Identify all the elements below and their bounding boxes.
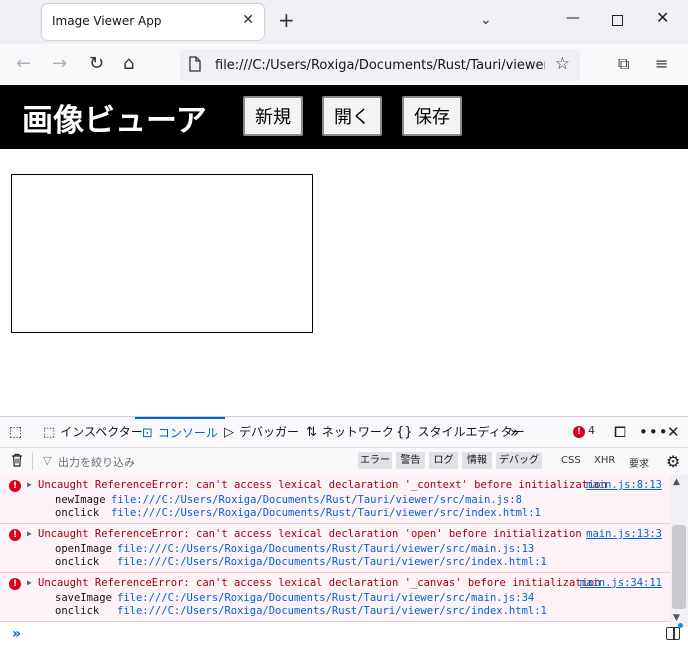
filter-css[interactable]: CSS <box>561 455 581 466</box>
stack-source-link[interactable]: file:///C:/Users/Roxiga/Documents/Rust/T… <box>111 507 541 519</box>
level-logs[interactable]: ログ <box>429 452 458 469</box>
network-icon: ⇅ <box>306 425 317 440</box>
inspector-icon: ⬚ <box>43 425 56 440</box>
image-canvas[interactable] <box>11 174 313 333</box>
devtools-toolbar: ⬚ ⬚ インスペクター ⊡ コンソール ▷ デバッガー ⇅ ネットワーク {} スタイルエ… <box>0 417 688 448</box>
console-icon: ⊡ <box>142 426 153 441</box>
error-location-link[interactable]: main.js:34:11 <box>580 577 662 589</box>
tab-inspector[interactable]: ⬚ インスペクター <box>43 417 143 447</box>
new-tab-icon[interactable]: + <box>278 10 295 30</box>
style-editor-icon: {} <box>396 425 413 440</box>
url-bar[interactable]: file:///C:/Users/Roxiga/Documents/Rust/T… <box>180 49 580 81</box>
level-debug[interactable]: デバッグ <box>496 452 542 469</box>
window-close-icon[interactable]: ✕ <box>656 8 669 27</box>
file-icon <box>189 56 201 72</box>
new-button[interactable]: 新規 <box>243 96 303 136</box>
sidebar-toggle-icon[interactable] <box>666 627 680 640</box>
expand-triangle-icon[interactable]: ▶ <box>27 529 32 538</box>
stack-frame: openImage file:///C:/Users/Roxiga/Documen… <box>55 543 535 555</box>
level-info[interactable]: 情報 <box>462 452 492 469</box>
console-message[interactable]: ! ▶ Uncaught ReferenceError: can't acces… <box>0 524 670 573</box>
console-scrollbar[interactable]: ▲ ▼ <box>670 475 688 627</box>
stack-frame: newImage file:///C:/Users/Roxiga/Document… <box>55 494 522 506</box>
stack-source-link[interactable]: file:///C:/Users/Roxiga/Documents/Rust/T… <box>111 494 522 506</box>
dock-icon[interactable]: ⧠ <box>614 423 626 441</box>
error-count-icon: ! <box>573 426 585 438</box>
error-location-link[interactable]: main.js:8:13 <box>586 479 662 491</box>
stack-frame: onclick file:///C:/Users/Roxiga/Documents… <box>55 507 541 519</box>
divider <box>32 452 33 470</box>
debugger-icon: ▷ <box>224 425 234 440</box>
stack-frame: onclick file:///C:/Users/Roxiga/Documents… <box>55 556 547 568</box>
app-header: 画像ビューア 新規 開く 保存 <box>0 85 688 149</box>
error-text: Uncaught ReferenceError: can't access le… <box>38 577 601 589</box>
stack-source-link[interactable]: file:///C:/Users/Roxiga/Documents/Rust/T… <box>117 605 547 617</box>
filter-icon: ▽ <box>43 454 52 467</box>
back-icon[interactable]: ← <box>16 53 31 75</box>
home-icon[interactable]: ⌂ <box>123 53 134 75</box>
devtools-panel: ⬚ ⬚ インスペクター ⊡ コンソール ▷ デバッガー ⇅ ネットワーク {} スタイルエ… <box>0 416 688 669</box>
bookmark-star-icon[interactable]: ☆ <box>555 54 570 74</box>
more-tabs-icon[interactable]: » <box>510 417 519 447</box>
more-options-icon[interactable]: ••• <box>639 423 669 441</box>
tab-title: Image Viewer App <box>52 14 162 28</box>
stack-source-link[interactable]: file:///C:/Users/Roxiga/Documents/Rust/T… <box>117 543 534 555</box>
tab-debugger[interactable]: ▷ デバッガー <box>224 417 299 447</box>
console-message[interactable]: ! ▶ Uncaught ReferenceError: can't acces… <box>0 573 670 622</box>
maximize-icon[interactable] <box>612 15 623 26</box>
chevron-down-icon[interactable]: ⌄ <box>480 12 492 28</box>
menu-icon[interactable]: ≡ <box>655 53 668 75</box>
minimize-icon[interactable]: — <box>566 10 580 26</box>
scroll-down-icon[interactable]: ▼ <box>673 613 680 623</box>
scroll-up-icon[interactable]: ▲ <box>673 477 680 487</box>
forward-icon[interactable]: → <box>52 53 67 75</box>
open-button[interactable]: 開く <box>322 96 382 136</box>
error-location-link[interactable]: main.js:13:3 <box>586 528 662 540</box>
error-icon: ! <box>9 480 21 492</box>
stack-frame: saveImage file:///C:/Users/Roxiga/Documen… <box>55 592 535 604</box>
reload-icon[interactable]: ↻ <box>89 53 104 75</box>
tab-network[interactable]: ⇅ ネットワーク <box>306 417 394 447</box>
stack-source-link[interactable]: file:///C:/Users/Roxiga/Documents/Rust/T… <box>117 556 547 568</box>
filter-xhr[interactable]: XHR <box>594 455 615 466</box>
scrollbar-thumb[interactable] <box>672 525 686 609</box>
level-warnings[interactable]: 警告 <box>396 452 425 469</box>
level-errors[interactable]: エラー <box>358 452 392 469</box>
navigation-bar: ← → ↻ ⌂ file:///C:/Users/Roxiga/Document… <box>0 44 688 87</box>
error-icon: ! <box>9 529 21 541</box>
filter-input[interactable]: 出力を絞り込み <box>58 454 135 470</box>
browser-tab[interactable]: Image Viewer App ✕ <box>42 4 264 40</box>
stack-frame: onclick file:///C:/Users/Roxiga/Documents… <box>55 605 547 617</box>
error-text: Uncaught ReferenceError: can't access le… <box>38 479 607 491</box>
console-input-prompt[interactable]: » <box>12 626 21 642</box>
devtools-close-icon[interactable]: ✕ <box>667 423 680 441</box>
error-icon: ! <box>9 578 21 590</box>
trash-icon[interactable] <box>11 453 23 467</box>
error-count[interactable]: 4 <box>588 424 595 437</box>
tab-console[interactable]: ⊡ コンソール <box>135 417 225 447</box>
url-text[interactable]: file:///C:/Users/Roxiga/Documents/Rust/T… <box>215 58 545 73</box>
error-text: Uncaught ReferenceError: can't access le… <box>38 528 582 540</box>
console-message[interactable]: ! ▶ Uncaught ReferenceError: can't acces… <box>0 475 670 524</box>
expand-triangle-icon[interactable]: ▶ <box>27 578 32 587</box>
gear-icon[interactable]: ⚙ <box>666 452 680 471</box>
save-button[interactable]: 保存 <box>402 96 462 136</box>
filter-requests[interactable]: 要求 <box>629 455 649 470</box>
element-picker-icon[interactable]: ⬚ <box>9 417 22 447</box>
console-filter-bar: ▽ 出力を絞り込み エラー 警告 ログ 情報 デバッグ CSS XHR 要求 ⚙ <box>0 448 688 476</box>
tab-strip: Image Viewer App ✕ + ⌄ — ✕ <box>0 0 688 44</box>
app-title: 画像ビューア <box>22 103 207 139</box>
stack-source-link[interactable]: file:///C:/Users/Roxiga/Documents/Rust/T… <box>117 592 534 604</box>
expand-triangle-icon[interactable]: ▶ <box>27 480 32 489</box>
notification-dot <box>678 623 683 628</box>
tab-style-editor[interactable]: {} スタイルエディター <box>396 417 525 447</box>
close-tab-icon[interactable]: ✕ <box>242 12 254 28</box>
extensions-icon[interactable]: ⧉ <box>618 53 629 75</box>
